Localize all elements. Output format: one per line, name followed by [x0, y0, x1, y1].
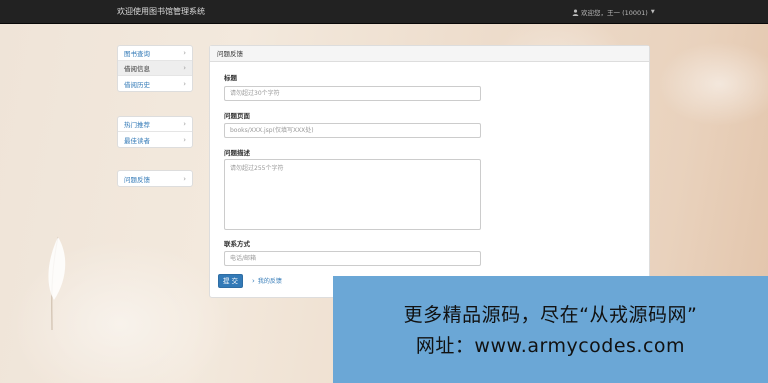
sidebar-group-feedback: 问题反馈 › [117, 170, 193, 187]
watermark-banner: 更多精品源码，尽在“从戎源码网” 网址：www.armycodes.com [333, 276, 768, 383]
sidebar-item-best-reader[interactable]: 最佳读者 › [118, 132, 192, 147]
sidebar-item-borrow-history[interactable]: 借阅历史 › [118, 76, 192, 91]
sidebar-item-book-search[interactable]: 图书查询 › [118, 46, 192, 61]
submit-button[interactable]: 提 交 [218, 274, 243, 288]
sidebar-item-label: 最佳读者 [124, 136, 150, 145]
description-textarea[interactable]: 请勿超过255个字符 [224, 159, 481, 230]
panel-heading: 问题反馈 [210, 46, 649, 62]
my-feedback-label: 我的反馈 [257, 278, 282, 285]
sidebar-group-books: 图书查询 › 借阅信息 › 借阅历史 › [117, 45, 193, 92]
sidebar-item-label: 借阅信息 [124, 65, 150, 73]
title-input[interactable]: 请勿超过30个字符 [224, 86, 481, 101]
sidebar-group-recommend: 热门推荐 › 最佳读者 › [117, 116, 193, 148]
description-label: 问题描述 [224, 149, 250, 157]
sidebar-item-label: 热门推荐 [124, 121, 150, 129]
contact-label: 联系方式 [224, 240, 250, 248]
chevron-right-icon: › [252, 276, 255, 285]
sidebar-item-label: 借阅历史 [124, 80, 150, 89]
title-label: 标题 [224, 74, 237, 82]
sidebar-item-feedback[interactable]: 问题反馈 › [118, 171, 192, 186]
sidebar-item-borrow-info[interactable]: 借阅信息 › [118, 61, 192, 76]
sidebar-item-label: 图书查询 [124, 50, 150, 58]
chevron-right-icon: › [183, 120, 186, 128]
caret-down-icon: ▼ [650, 9, 655, 15]
sidebar-item-label: 问题反馈 [124, 175, 150, 184]
feather-decoration [48, 236, 66, 331]
top-navbar: 欢迎使用图书馆管理系统 欢迎您，王一 (10001) ▼ [0, 0, 768, 24]
app-title[interactable]: 欢迎使用图书馆管理系统 [117, 6, 205, 17]
user-icon [572, 9, 579, 16]
watermark-line-1: 更多精品源码，尽在“从戎源码网” [403, 304, 698, 326]
feedback-panel: 问题反馈 标题 请勿超过30个字符 问题页面 books/XXX.jsp(仅填写… [209, 45, 650, 298]
page-label: 问题页面 [224, 112, 250, 120]
sidebar-item-hot-recommend[interactable]: 热门推荐 › [118, 117, 192, 132]
chevron-right-icon: › [183, 49, 186, 57]
chevron-right-icon: › [183, 79, 186, 88]
user-menu-label: 欢迎您，王一 (10001) [581, 9, 648, 17]
page-input[interactable]: books/XXX.jsp(仅填写XXX处) [224, 123, 481, 138]
chevron-right-icon: › [183, 174, 186, 183]
contact-input[interactable]: 电话/邮箱 [224, 251, 481, 266]
user-menu[interactable]: 欢迎您，王一 (10001) ▼ [572, 7, 655, 17]
watermark-line-2: 网址：www.armycodes.com [415, 335, 686, 357]
my-feedback-link[interactable]: › 我的反馈 [252, 276, 282, 286]
chevron-right-icon: › [183, 64, 186, 72]
chevron-right-icon: › [183, 135, 186, 144]
